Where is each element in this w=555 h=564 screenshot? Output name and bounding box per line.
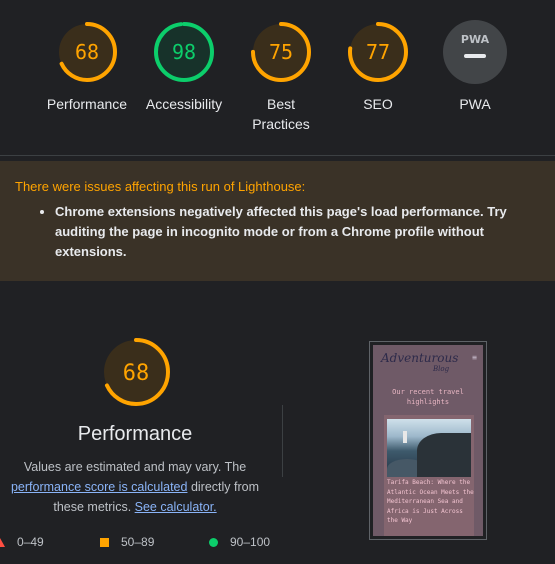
divider bbox=[0, 155, 555, 156]
performance-gauge-ring: 68 bbox=[102, 338, 170, 406]
gauge-pwa-badge-text: PWA bbox=[461, 33, 490, 46]
gauge-performance-ring: 68 bbox=[57, 22, 117, 82]
coast-photo bbox=[387, 419, 471, 477]
gauge-best-practices-score: 75 bbox=[269, 40, 293, 64]
red-triangle-icon bbox=[0, 537, 5, 547]
category-gauges: 68 Performance 98 Accessibility 75 Best … bbox=[0, 0, 555, 155]
gauge-accessibility[interactable]: 98 Accessibility bbox=[129, 20, 239, 114]
gauge-seo-ring: 77 bbox=[348, 22, 408, 82]
gauge-performance-score: 68 bbox=[75, 40, 99, 64]
warning-list: Chrome extensions negatively affected th… bbox=[15, 202, 540, 262]
performance-score-link[interactable]: performance score is calculated bbox=[11, 480, 187, 494]
warning-title: There were issues affecting this run of … bbox=[15, 179, 306, 194]
gauge-best-practices-ring: 75 bbox=[251, 22, 311, 82]
screenshot-caption: Tarifa Beach: Where the Atlantic Ocean M… bbox=[387, 479, 474, 524]
performance-title: Performance bbox=[77, 423, 193, 445]
performance-gauge-large[interactable]: 68 bbox=[100, 336, 172, 413]
gauge-seo-label: SEO bbox=[363, 96, 393, 112]
gauge-performance-label: Performance bbox=[46, 96, 128, 112]
performance-desc-text-1: Values are estimated and may vary. The bbox=[23, 460, 247, 474]
gauge-pwa-label: PWA bbox=[459, 96, 491, 112]
legend-average: 50–89 bbox=[100, 535, 154, 549]
performance-desc-text-3: these metrics. bbox=[53, 500, 135, 514]
gauge-seo[interactable]: 77 SEO bbox=[323, 20, 433, 114]
performance-score: 68 bbox=[123, 361, 150, 386]
run-warnings: There were issues affecting this run of … bbox=[0, 161, 555, 281]
screenshot-card: Tarifa Beach: Where the Atlantic Ocean M… bbox=[384, 415, 474, 536]
vertical-divider bbox=[282, 405, 283, 477]
screenshot-logo-sub: Blog bbox=[433, 365, 450, 373]
screenshot-logo: Adventurous bbox=[381, 351, 459, 365]
orange-square-icon bbox=[100, 537, 109, 547]
performance-desc-text-2: directly from bbox=[187, 480, 260, 494]
legend-pass-range: 90–100 bbox=[230, 535, 271, 549]
gauge-accessibility-ring: 98 bbox=[154, 22, 214, 82]
gauge-seo-score: 77 bbox=[366, 40, 390, 64]
gauge-best-practices[interactable]: 75 Best Practices bbox=[226, 20, 336, 134]
legend-fail-range: 0–49 bbox=[17, 535, 44, 549]
screenshot-heading: Our recent travel highlights bbox=[392, 388, 464, 406]
green-circle-icon bbox=[209, 537, 218, 547]
score-legend: 0–49 50–89 90–100 bbox=[0, 535, 300, 555]
gauge-performance[interactable]: 68 Performance bbox=[32, 20, 142, 114]
screenshot-page: Adventurous Blog ≡ Our recent travel hig… bbox=[373, 345, 483, 536]
legend-pass: 90–100 bbox=[209, 535, 270, 549]
legend-fail: 0–49 bbox=[0, 535, 44, 549]
pwa-badge-icon: PWA bbox=[443, 20, 507, 84]
gauge-accessibility-score: 98 bbox=[172, 40, 196, 64]
legend-average-range: 50–89 bbox=[121, 535, 155, 549]
performance-description: Values are estimated and may vary. The p… bbox=[0, 457, 270, 517]
gauge-accessibility-label: Accessibility bbox=[145, 96, 223, 112]
gauge-best-practices-label: Best Practices bbox=[252, 96, 310, 132]
final-screenshot-thumbnail[interactable]: Adventurous Blog ≡ Our recent travel hig… bbox=[369, 341, 487, 540]
warning-item: Chrome extensions negatively affected th… bbox=[55, 202, 540, 262]
hamburger-icon: ≡ bbox=[472, 353, 477, 362]
see-calculator-link[interactable]: See calculator. bbox=[135, 500, 217, 514]
gauge-pwa[interactable]: PWA PWA bbox=[420, 20, 530, 114]
